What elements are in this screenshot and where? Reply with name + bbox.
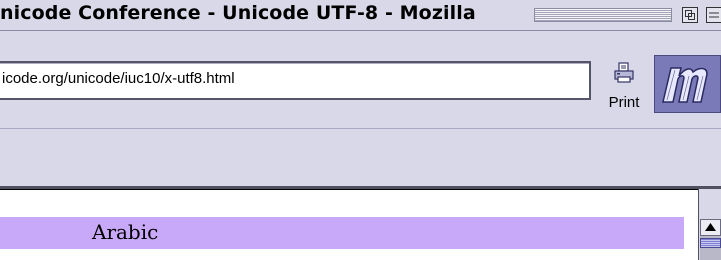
page-content: Arabic bbox=[0, 189, 698, 260]
collapse-box-icon bbox=[706, 7, 721, 23]
url-text: icode.org/unicode/iuc10/x-utf8.html bbox=[2, 70, 235, 87]
collapse-box-button[interactable] bbox=[706, 7, 721, 23]
navigation-toolbar: icode.org/unicode/iuc10/x-utf8.html Prin… bbox=[0, 31, 721, 129]
section-header: Arabic bbox=[0, 217, 684, 249]
browser-window: nicode Conference - Unicode UTF-8 - Mozi… bbox=[0, 0, 721, 260]
scroll-thumb[interactable] bbox=[700, 238, 721, 248]
title-bar-drag-stripes[interactable] bbox=[534, 8, 672, 22]
mozilla-throbber[interactable] bbox=[654, 55, 721, 113]
print-button[interactable]: Print bbox=[600, 59, 648, 115]
mozilla-m-logo-icon bbox=[655, 56, 720, 112]
zoom-box-icon bbox=[682, 7, 698, 23]
title-bar[interactable]: nicode Conference - Unicode UTF-8 - Mozi… bbox=[0, 0, 721, 31]
scroll-up-button[interactable] bbox=[700, 219, 721, 236]
vertical-scrollbar[interactable] bbox=[698, 189, 721, 260]
section-title: Arabic bbox=[92, 220, 159, 244]
window-title: nicode Conference - Unicode UTF-8 - Mozi… bbox=[0, 2, 476, 24]
personal-toolbar bbox=[0, 129, 721, 189]
scroll-track[interactable] bbox=[700, 236, 721, 260]
printer-icon bbox=[612, 61, 636, 85]
up-arrow-icon bbox=[705, 223, 716, 231]
zoom-box-button[interactable] bbox=[682, 7, 698, 23]
print-button-label: Print bbox=[608, 94, 640, 111]
url-field[interactable]: icode.org/unicode/iuc10/x-utf8.html bbox=[0, 61, 591, 100]
